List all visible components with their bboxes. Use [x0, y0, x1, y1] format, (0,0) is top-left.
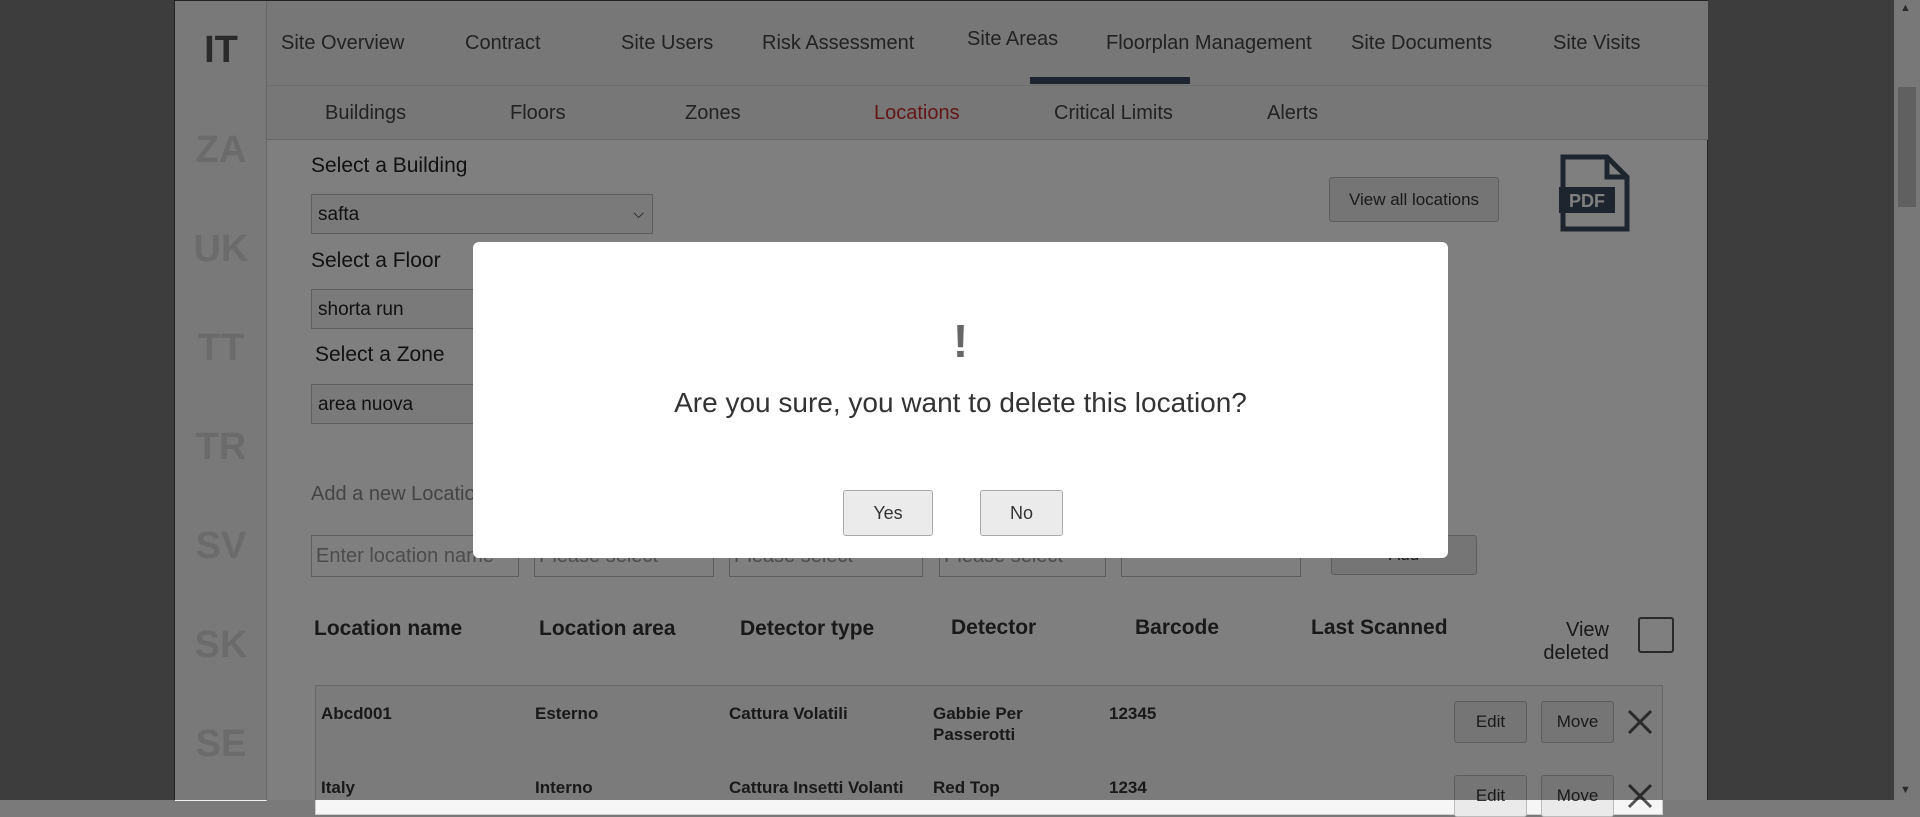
warning-icon: !: [952, 315, 969, 367]
yes-button[interactable]: Yes: [843, 490, 933, 536]
no-button[interactable]: No: [980, 490, 1063, 536]
delete-confirm-dialog: ! Are you sure, you want to delete this …: [473, 242, 1448, 558]
dialog-message: Are you sure, you want to delete this lo…: [674, 387, 1247, 418]
